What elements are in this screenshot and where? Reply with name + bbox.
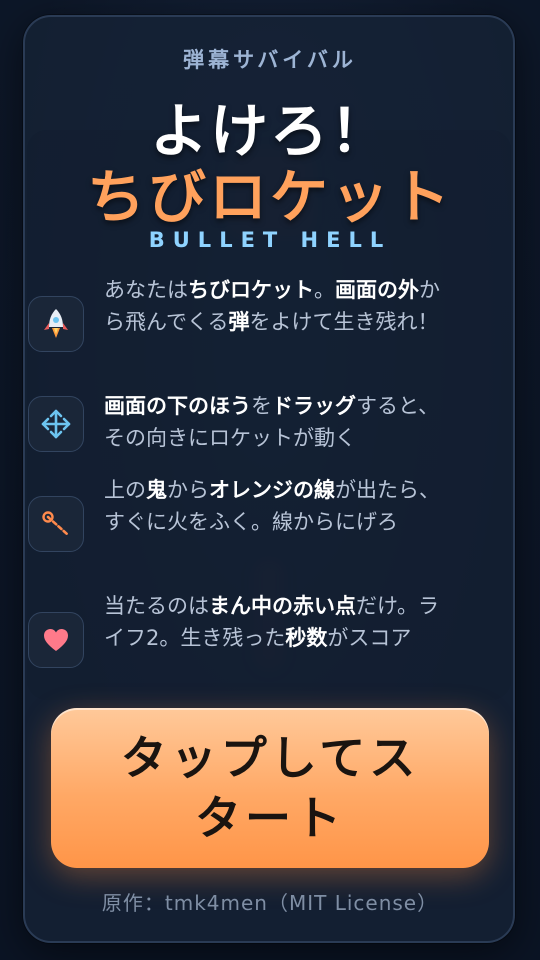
game-title-line2: ちびロケット <box>86 163 453 231</box>
laser-line-icon <box>28 496 84 552</box>
rule-text-segment: がスコア <box>327 626 412 650</box>
rule-text-emphasis: ちびロケット <box>188 278 314 302</box>
rule-text-segment: 上の <box>104 478 146 502</box>
rule-text-segment: をよけて生き残れ！ <box>249 310 439 334</box>
rule-text-emphasis: まん中の赤い点 <box>209 594 356 618</box>
rule-text-emphasis: ドラッグ <box>272 394 356 418</box>
rule-text-segment: から <box>167 478 209 502</box>
rule-text: 上の鬼からオレンジの線が出たら、すぐに火をふく。線からにげろ <box>104 474 454 538</box>
rocket-icon <box>28 296 84 352</box>
rule-text-segment: 。 <box>314 278 335 302</box>
start-button[interactable]: タップしてスタート <box>51 708 489 868</box>
move-arrows-icon <box>28 396 84 452</box>
rule-text-emphasis: オレンジの線 <box>209 478 335 502</box>
credit-text: 原作：tmk4men（MIT License） <box>101 891 439 915</box>
rule-text-emphasis: 画面の下のほう <box>104 394 251 418</box>
rule-text-emphasis: 弾 <box>228 310 250 334</box>
rule-text-segment: あなたは <box>104 278 188 302</box>
game-subtitle: 弾幕サバイバル <box>183 48 357 72</box>
rule-text-segment: を <box>251 394 272 418</box>
rule-text-segment: 当たるのは <box>104 594 209 618</box>
rule-text: 当たるのはまん中の赤い点だけ。ライフ2。生き残った秒数がスコア <box>104 590 454 654</box>
rule-text-emphasis: 画面の外 <box>335 278 419 302</box>
game-tagline: BULLET HELL <box>148 228 392 252</box>
rule-text-emphasis: 鬼 <box>146 478 167 502</box>
rule-text: あなたはちびロケット。画面の外から飛んでくる弾をよけて生き残れ！ <box>104 274 454 338</box>
heart-icon <box>28 612 84 668</box>
rule-text-emphasis: 秒数 <box>285 626 328 650</box>
rule-text: 画面の下のほうをドラッグすると、その向きにロケットが動く <box>104 390 454 454</box>
